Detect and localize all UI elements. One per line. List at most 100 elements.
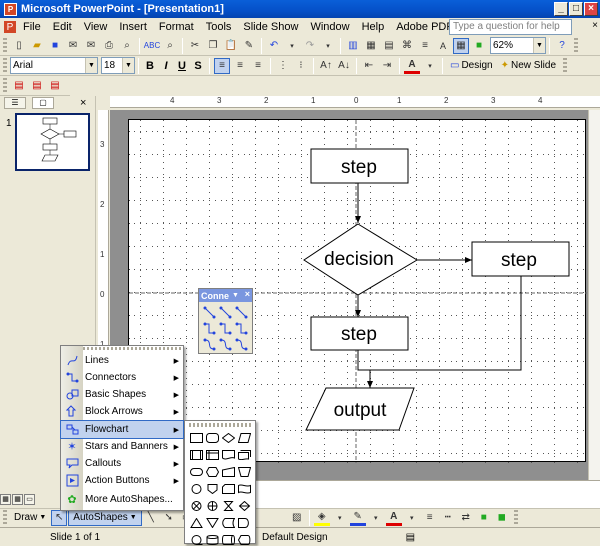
menu-insert[interactable]: Insert (113, 21, 153, 33)
fc-internal-storage-icon[interactable] (204, 446, 220, 463)
fill-color-dropdown-icon[interactable]: ▾ (332, 510, 348, 526)
close-button[interactable]: × (584, 2, 598, 16)
menu-item-callouts[interactable]: Callouts ▶ (61, 455, 183, 472)
menu-item-basic-shapes[interactable]: Basic Shapes ▶ (61, 386, 183, 403)
align-left-icon[interactable]: ≡ (214, 57, 230, 74)
tables-borders-icon[interactable]: ▤ (381, 38, 397, 54)
fc-predefined-process-icon[interactable] (188, 446, 204, 463)
fc-alternate-process-icon[interactable] (204, 429, 220, 446)
palette-options-icon[interactable]: ▼ (232, 292, 239, 299)
undo-icon[interactable]: ↶ (266, 38, 282, 54)
fc-delay-icon[interactable] (236, 514, 252, 531)
increase-indent-icon[interactable]: ⇥ (379, 58, 395, 74)
increase-font-icon[interactable]: A↑ (318, 58, 334, 74)
fill-color-icon[interactable]: ◈ (313, 510, 330, 526)
fc-terminator-icon[interactable] (188, 463, 204, 480)
fc-summing-junction-icon[interactable] (188, 497, 204, 514)
draw-font-color-dropdown-icon[interactable]: ▾ (404, 510, 420, 526)
fc-sequential-access-storage-icon[interactable] (188, 531, 204, 546)
slide-sorter-view-button[interactable]: ▦ (12, 494, 23, 505)
menu-view[interactable]: View (78, 21, 114, 33)
connectors-palette[interactable]: Conne ▼ × (198, 288, 253, 354)
font-select[interactable]: Arial ▼ (10, 57, 98, 74)
elbow-arrow-connector-icon[interactable] (218, 321, 233, 336)
toolbar-grip[interactable] (3, 57, 7, 74)
insert-hyperlink-icon[interactable]: ⌘ (399, 38, 415, 54)
slides-tab[interactable]: ▢ (32, 97, 54, 109)
menu-item-connectors[interactable]: Connectors ▶ (61, 369, 183, 386)
toolbar-grip[interactable] (3, 77, 7, 94)
menu-item-block-arrows[interactable]: Block Arrows ▶ (61, 403, 183, 420)
line-color-icon[interactable]: ✎ (349, 510, 366, 526)
connectors-palette-title[interactable]: Conne ▼ × (199, 289, 252, 302)
menu-edit[interactable]: Edit (47, 21, 78, 33)
underline-button[interactable]: U (174, 60, 190, 72)
font-color-icon[interactable]: A (404, 58, 420, 74)
fc-connector-icon[interactable] (188, 480, 204, 497)
fc-offpage-connector-icon[interactable] (204, 480, 220, 497)
show-grid-icon[interactable]: ▦ (453, 37, 469, 54)
fc-process-icon[interactable] (188, 429, 204, 446)
draw-menu-button[interactable]: Draw ▼ (10, 512, 50, 523)
fc-direct-access-storage-icon[interactable] (220, 531, 236, 546)
fc-or-icon[interactable] (204, 497, 220, 514)
show-formatting-icon[interactable]: A (435, 38, 451, 54)
draw-font-color-icon[interactable]: A (385, 510, 402, 526)
menu-window[interactable]: Window (304, 21, 355, 33)
chevron-down-icon[interactable]: ▼ (533, 38, 545, 53)
maximize-button[interactable]: □ (569, 2, 583, 16)
print-icon[interactable]: ⎙ (101, 38, 117, 54)
menu-help[interactable]: Help (356, 21, 391, 33)
spelling-status-icon[interactable]: ▤ (400, 530, 421, 545)
align-center-icon[interactable]: ≡ (232, 58, 248, 74)
fc-display-icon[interactable] (236, 531, 252, 546)
insert-chart-icon[interactable]: ▥ (345, 38, 361, 54)
decrease-font-icon[interactable]: A↓ (336, 58, 352, 74)
fc-multidocument-icon[interactable] (236, 446, 252, 463)
design-button[interactable]: ▭ Design (446, 60, 497, 71)
menu-item-stars-and-banners[interactable]: ✶ Stars and Banners ▶ (61, 438, 183, 455)
arrow-tool-icon[interactable]: ➘ (161, 510, 177, 526)
toolbar-options-icon[interactable] (563, 57, 568, 74)
outline-tab[interactable]: ☰ (4, 97, 26, 109)
line-style-icon[interactable]: ≡ (422, 510, 438, 526)
help-search-input[interactable]: Type a question for help (449, 19, 572, 35)
fc-magnetic-disk-icon[interactable] (204, 531, 220, 546)
format-painter-icon[interactable]: ✎ (241, 38, 257, 54)
menu-item-flowchart[interactable]: Flowchart ▶ (60, 420, 184, 439)
fc-sort-icon[interactable] (236, 497, 252, 514)
cut-icon[interactable]: ✂ (187, 38, 203, 54)
shadow-button[interactable]: S (190, 60, 206, 72)
font-size-select[interactable]: 18 ▼ (101, 57, 135, 74)
menu-item-action-buttons[interactable]: Action Buttons ▶ (61, 472, 183, 489)
curved-double-arrow-connector-icon[interactable] (234, 337, 249, 352)
numbering-icon[interactable]: ⋮ (275, 58, 291, 74)
open-icon[interactable]: ▰ (29, 38, 45, 54)
undo-dropdown-icon[interactable]: ▾ (284, 38, 300, 54)
convert-and-review-icon[interactable]: ▤ (47, 78, 63, 94)
slide-thumbnail[interactable] (15, 113, 90, 171)
curved-connector-icon[interactable] (202, 337, 217, 352)
expand-all-icon[interactable]: ≡ (417, 38, 433, 54)
fc-document-icon[interactable] (220, 446, 236, 463)
elbow-connector-icon[interactable] (202, 321, 217, 336)
spelling-icon[interactable]: ABC (144, 38, 160, 54)
fc-manual-operation-icon[interactable] (236, 463, 252, 480)
convert-and-email-icon[interactable]: ▤ (29, 78, 45, 94)
decrease-indent-icon[interactable]: ⇤ (361, 58, 377, 74)
elbow-double-arrow-connector-icon[interactable] (234, 321, 249, 336)
powerpoint-app-icon[interactable]: P (4, 2, 17, 16)
toolbar-options-icon[interactable] (574, 37, 578, 54)
paste-icon[interactable]: 📋 (223, 38, 239, 54)
palette-close-icon[interactable]: × (245, 289, 250, 299)
shadow-style-icon[interactable]: ■ (476, 510, 492, 526)
line-tool-icon[interactable]: ╲ (143, 510, 159, 526)
font-color-dropdown-icon[interactable]: ▾ (422, 58, 438, 74)
fc-extract-icon[interactable] (188, 514, 204, 531)
straight-connector-icon[interactable] (202, 305, 217, 320)
menu-format[interactable]: Format (153, 21, 200, 33)
toolbar-grip[interactable] (3, 37, 7, 54)
fc-decision-icon[interactable] (220, 429, 236, 446)
select-objects-icon[interactable]: ↖ (51, 509, 68, 526)
fc-data-icon[interactable] (236, 429, 252, 446)
